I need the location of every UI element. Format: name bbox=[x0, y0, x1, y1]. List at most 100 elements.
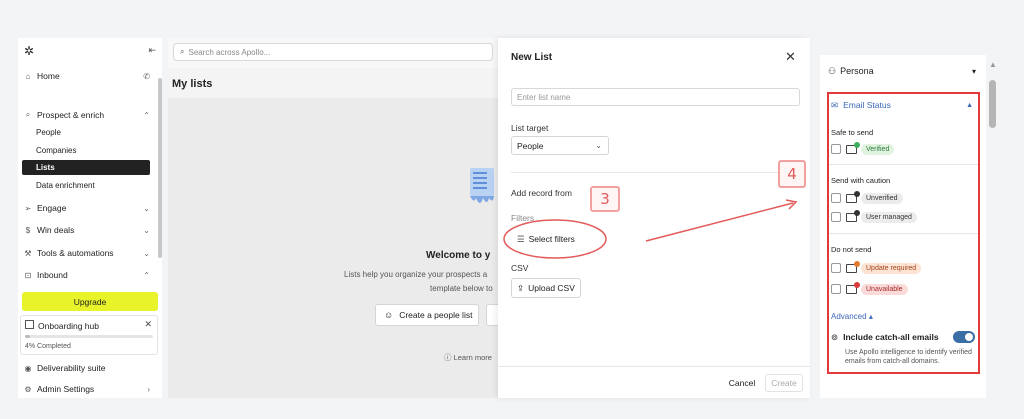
chevron-down-icon: ▾ bbox=[971, 66, 976, 76]
divider bbox=[829, 233, 978, 234]
sidebar-item-data-enrichment[interactable]: Data enrichment bbox=[36, 178, 154, 193]
persona-icon: ⚇ bbox=[828, 65, 837, 76]
collapse-sidebar-icon[interactable]: ⇤ bbox=[148, 45, 156, 56]
divider bbox=[511, 172, 800, 173]
sidebar-item-lists[interactable]: Lists bbox=[22, 160, 150, 175]
toggle-knob bbox=[965, 333, 973, 341]
unverified-checkbox[interactable] bbox=[831, 193, 841, 203]
sidebar-item-prospect[interactable]: ⌕ Prospect & enrich ⌃ bbox=[22, 107, 154, 123]
sidebar: ✲ ⇤ ⌂ Home ✆ ⌕ Prospect & enrich ⌃ Peopl… bbox=[18, 38, 162, 398]
lists-empty-state: Welcome to y Lists help you organize you… bbox=[168, 98, 498, 398]
divider bbox=[829, 164, 978, 165]
mail-icon bbox=[846, 209, 860, 222]
upload-csv-label: Upload CSV bbox=[528, 283, 575, 293]
sidebar-item-inbound[interactable]: ⊡ Inbound ⌃ bbox=[22, 267, 154, 283]
learn-more-link[interactable]: ⓘ Learn more bbox=[444, 352, 492, 363]
apollo-logo-icon[interactable]: ✲ bbox=[24, 44, 34, 58]
deliverability-icon: ◉ bbox=[24, 363, 32, 373]
mail-icon bbox=[846, 141, 860, 154]
onboarding-progress-text: 4% Completed bbox=[25, 343, 71, 350]
select-filters-button[interactable]: ☰ Select filters bbox=[511, 229, 601, 249]
home-icon: ⌂ bbox=[25, 71, 31, 81]
catch-all-icon: ⊚ bbox=[831, 331, 839, 342]
onboarding-progress-fill bbox=[25, 335, 31, 338]
safe-to-send-label: Safe to send bbox=[831, 128, 874, 137]
list-target-select[interactable]: People ⌄ bbox=[511, 136, 609, 155]
chevron-up-icon: ▲ bbox=[966, 101, 973, 109]
sidebar-item-deliverability[interactable]: ◉ Deliverability suite bbox=[22, 360, 154, 376]
sidebar-item-label: Home bbox=[37, 71, 60, 81]
do-not-send-label: Do not send bbox=[831, 245, 872, 254]
chevron-down-icon: ⌄ bbox=[143, 248, 150, 258]
chevron-down-icon: ⌄ bbox=[595, 141, 602, 150]
option-user-managed[interactable]: User managed bbox=[831, 209, 917, 224]
sidebar-item-admin[interactable]: ⚙ Admin Settings › bbox=[22, 381, 154, 397]
sidebar-item-tools[interactable]: ⚒ Tools & automations ⌄ bbox=[22, 245, 154, 261]
cancel-button[interactable]: Cancel bbox=[723, 374, 761, 392]
onboarding-hub-card[interactable]: Onboarding hub ✕ 4% Completed bbox=[20, 315, 158, 355]
sidebar-item-engage[interactable]: ➢ Engage ⌄ bbox=[22, 200, 154, 216]
sidebar-scrollbar[interactable] bbox=[158, 78, 162, 258]
sidebar-item-label: Prospect & enrich bbox=[37, 110, 105, 120]
list-target-value: People bbox=[517, 140, 544, 151]
upload-icon: ⇪ bbox=[517, 282, 525, 293]
step-4-callout: 4 bbox=[778, 160, 806, 188]
sidebar-item-win-deals[interactable]: $ Win deals ⌄ bbox=[22, 222, 154, 238]
modal-title: New List bbox=[511, 52, 553, 63]
dollar-icon: $ bbox=[25, 225, 31, 235]
scroll-up-icon[interactable]: ▲ bbox=[989, 60, 997, 69]
user-managed-checkbox[interactable] bbox=[831, 212, 841, 222]
sidebar-item-companies[interactable]: Companies bbox=[36, 143, 154, 158]
create-company-list-button[interactable] bbox=[486, 304, 498, 326]
search-input[interactable]: ⌕ Search across Apollo... bbox=[173, 43, 493, 61]
chevron-up-icon: ⌃ bbox=[143, 270, 150, 280]
catch-all-toggle[interactable] bbox=[953, 331, 975, 343]
sidebar-header: ✲ ⇤ bbox=[22, 42, 158, 60]
gear-icon: ⚙ bbox=[24, 384, 32, 394]
onboarding-progress-bar bbox=[25, 335, 153, 338]
list-target-label: List target bbox=[511, 123, 549, 133]
option-unverified[interactable]: Unverified bbox=[831, 190, 903, 205]
filters-label: Filters bbox=[511, 213, 535, 223]
close-icon[interactable]: ✕ bbox=[785, 49, 796, 65]
unavailable-checkbox[interactable] bbox=[831, 284, 841, 294]
catch-all-row: ⊚ Include catch-all emails bbox=[831, 330, 977, 344]
search-icon: ⌕ bbox=[180, 47, 185, 56]
sidebar-item-home[interactable]: ⌂ Home ✆ bbox=[22, 68, 154, 84]
chevron-right-icon: › bbox=[147, 384, 150, 394]
select-filters-label: Select filters bbox=[528, 234, 575, 244]
modal-footer-divider bbox=[498, 366, 810, 367]
catch-all-label: Include catch-all emails bbox=[843, 332, 939, 342]
info-icon: ⓘ bbox=[444, 353, 452, 362]
option-unavailable[interactable]: Unavailable bbox=[831, 281, 908, 296]
user-managed-badge: User managed bbox=[861, 211, 917, 223]
verified-checkbox[interactable] bbox=[831, 144, 841, 154]
search-placeholder: Search across Apollo... bbox=[188, 47, 271, 57]
upload-csv-button[interactable]: ⇪ Upload CSV bbox=[511, 278, 581, 298]
step-3-callout: 3 bbox=[590, 186, 620, 212]
list-name-input[interactable]: Enter list name bbox=[511, 88, 800, 106]
tools-icon: ⚒ bbox=[24, 248, 32, 258]
welcome-description: Lists help you organize your prospects a bbox=[344, 270, 488, 279]
persona-filter[interactable]: ⚇ Persona ▾ bbox=[828, 63, 978, 79]
option-update-required[interactable]: Update required bbox=[831, 260, 922, 275]
persona-label: Persona bbox=[840, 66, 874, 76]
option-verified[interactable]: Verified bbox=[831, 141, 895, 156]
sidebar-item-people[interactable]: People bbox=[36, 125, 154, 140]
email-status-header[interactable]: ✉ Email Status ▲ bbox=[831, 98, 977, 112]
close-icon[interactable]: ✕ bbox=[144, 319, 152, 330]
panel-scrollbar[interactable] bbox=[989, 80, 996, 128]
onboarding-icon bbox=[25, 320, 34, 329]
phone-icon[interactable]: ✆ bbox=[143, 72, 150, 81]
update-required-checkbox[interactable] bbox=[831, 263, 841, 273]
unavailable-badge: Unavailable bbox=[861, 283, 908, 295]
advanced-label: Advanced bbox=[831, 312, 867, 321]
create-people-list-button[interactable]: ☺ Create a people list bbox=[375, 304, 479, 326]
advanced-toggle[interactable]: Advanced ▴ bbox=[831, 312, 873, 321]
create-button[interactable]: Create bbox=[765, 374, 803, 392]
send-icon: ➢ bbox=[24, 203, 32, 213]
upgrade-button[interactable]: Upgrade bbox=[22, 292, 158, 311]
new-list-modal: New List ✕ Enter list name List target P… bbox=[498, 38, 810, 398]
email-status-section: ✉ Email Status ▲ Safe to send Verified S… bbox=[827, 92, 980, 374]
email-status-label: Email Status bbox=[843, 100, 891, 110]
